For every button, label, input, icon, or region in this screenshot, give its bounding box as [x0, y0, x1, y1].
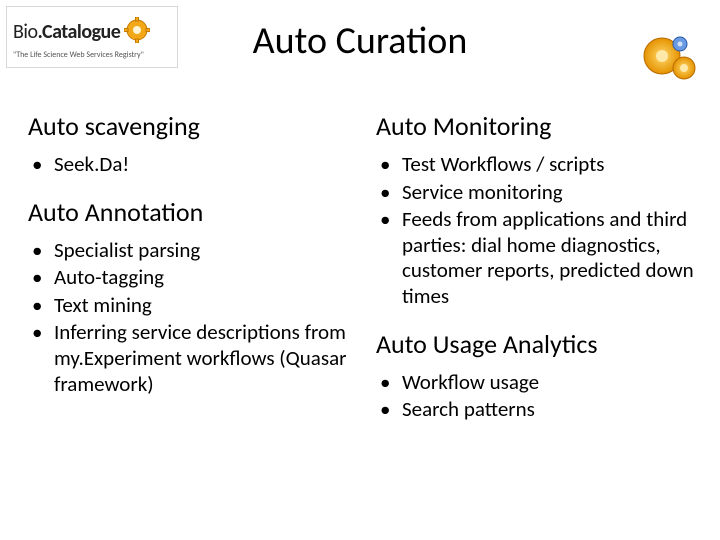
heading-auto-usage-analytics: Auto Usage Analytics	[376, 328, 700, 360]
list-auto-annotation: Specialist parsing Auto-tagging Text min…	[28, 238, 352, 398]
list-item: Inferring service descriptions from my.E…	[28, 320, 352, 397]
list-item: Text mining	[28, 293, 352, 319]
list-item: Test Workflows / scripts	[376, 152, 700, 178]
list-item: Auto-tagging	[28, 265, 352, 291]
list-auto-scavenging: Seek.Da!	[28, 152, 352, 178]
list-item: Service monitoring	[376, 180, 700, 206]
list-item: Workflow usage	[376, 370, 700, 396]
list-item: Search patterns	[376, 397, 700, 423]
list-auto-monitoring: Test Workflows / scripts Service monitor…	[376, 152, 700, 310]
right-column: Auto Monitoring Test Workflows / scripts…	[376, 110, 700, 530]
content-columns: Auto scavenging Seek.Da! Auto Annotation…	[28, 110, 700, 530]
gears-icon	[640, 30, 700, 90]
left-column: Auto scavenging Seek.Da! Auto Annotation…	[28, 110, 352, 530]
heading-auto-monitoring: Auto Monitoring	[376, 110, 700, 142]
list-item: Seek.Da!	[28, 152, 352, 178]
list-auto-usage-analytics: Workflow usage Search patterns	[376, 370, 700, 423]
list-item: Feeds from applications and third partie…	[376, 207, 700, 309]
heading-auto-scavenging: Auto scavenging	[28, 110, 352, 142]
heading-auto-annotation: Auto Annotation	[28, 196, 352, 228]
list-item: Specialist parsing	[28, 238, 352, 264]
page-title: Auto Curation	[0, 18, 720, 64]
